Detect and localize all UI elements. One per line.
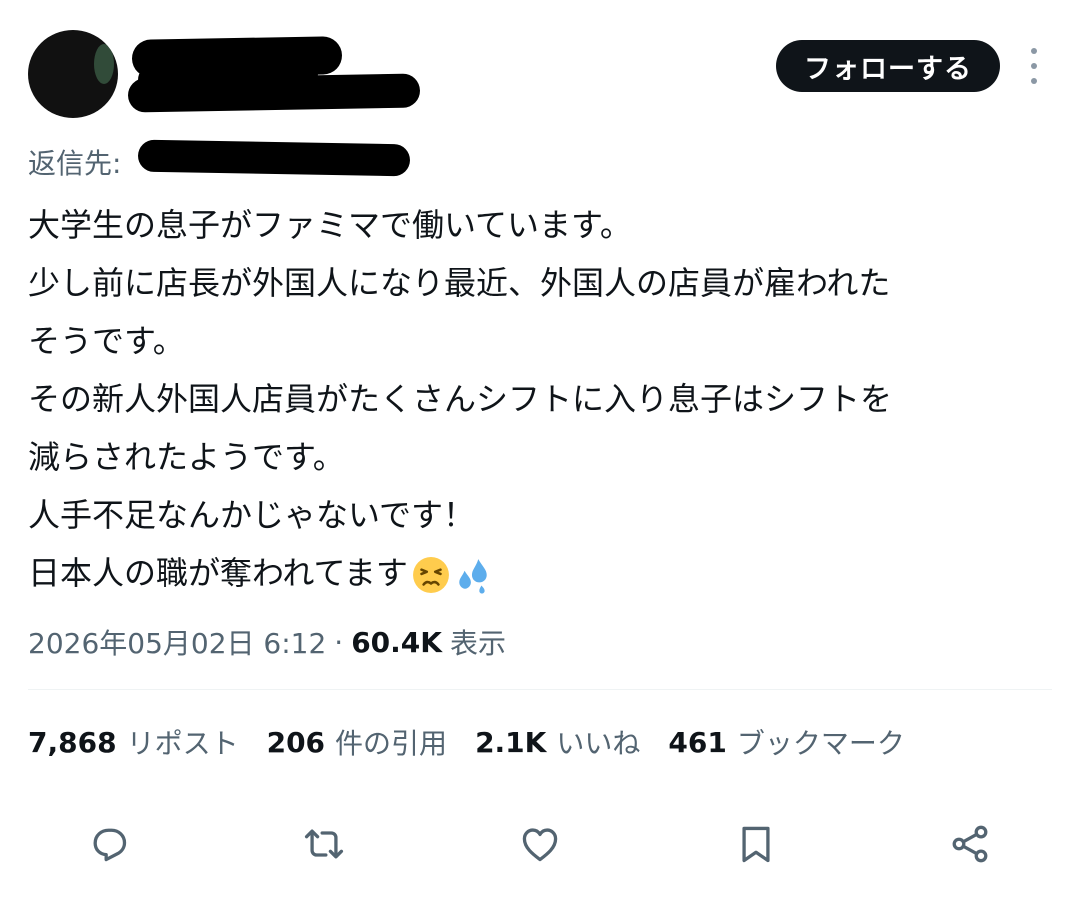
tweet-text: 大学生の息子がファミマで働いています。 少し前に店長が外国人になり最近、外国人の… [28,196,1068,602]
views-count: 60.4K [351,625,442,659]
tweet-line: その新人外国人店員がたくさんシフトに入り息子はシフトを [28,380,893,418]
quotes-count: 206 [266,725,326,759]
stat-likes[interactable]: 2.1K いいね [475,722,640,762]
timestamp[interactable]: 2026年05月02日 6:12 [28,622,326,662]
persevering-face-emoji [412,557,449,593]
divider [28,689,1052,690]
tweet-line: 少し前に店長が外国人になり最近、外国人の店員が雇われた [28,264,891,302]
quotes-label: 件の引用 [335,727,448,760]
redacted-handle [127,73,421,113]
reply-prefix: 返信先: [28,147,122,180]
views-label: 表示 [449,627,506,660]
likes-label: いいね [556,727,641,760]
bookmarks-count: 461 [668,725,727,759]
tweet-line-last: 日本人の職が奪われてます [28,544,1068,602]
sweat-droplets-emoji [459,559,487,594]
tweet-header: フォローする [0,0,1080,130]
tweet-line: そうです。 [28,322,185,360]
redacted-reply-handle[interactable] [137,139,411,177]
more-options-icon[interactable] [1024,48,1044,84]
tweet-line: 大学生の息子がファミマで働いています。 [28,206,632,244]
engagement-stats: 7,868 リポスト 206 件の引用 2.1K いいね 461 ブックマーク [28,718,933,766]
reply-to-line: 返信先: [28,140,121,184]
reply-icon[interactable] [86,822,130,866]
tweet-line-text: 日本人の職が奪われてます [28,554,408,592]
stat-reposts[interactable]: 7,868 リポスト [28,722,239,762]
likes-count: 2.1K [475,725,547,759]
follow-button[interactable]: フォローする [776,40,1000,92]
share-icon[interactable] [948,822,992,866]
meta-separator: · [334,625,344,659]
tweet-line: 人手不足なんかじゃないです！ [28,496,476,534]
avatar[interactable] [28,30,118,118]
action-bar [0,812,1080,872]
bookmark-icon[interactable] [734,822,778,866]
stat-quotes[interactable]: 206 件の引用 [267,722,447,762]
reposts-label: リポスト [126,727,239,760]
stat-bookmarks[interactable]: 461 ブックマーク [668,722,904,762]
repost-icon[interactable] [302,822,346,866]
tweet-meta: 2026年05月02日 6:12 · 60.4K 表示 [28,620,506,664]
bookmarks-label: ブックマーク [736,727,905,760]
tweet-line: 減らされたようです。 [28,438,345,476]
reposts-count: 7,868 [28,725,117,759]
like-icon[interactable] [518,822,562,866]
